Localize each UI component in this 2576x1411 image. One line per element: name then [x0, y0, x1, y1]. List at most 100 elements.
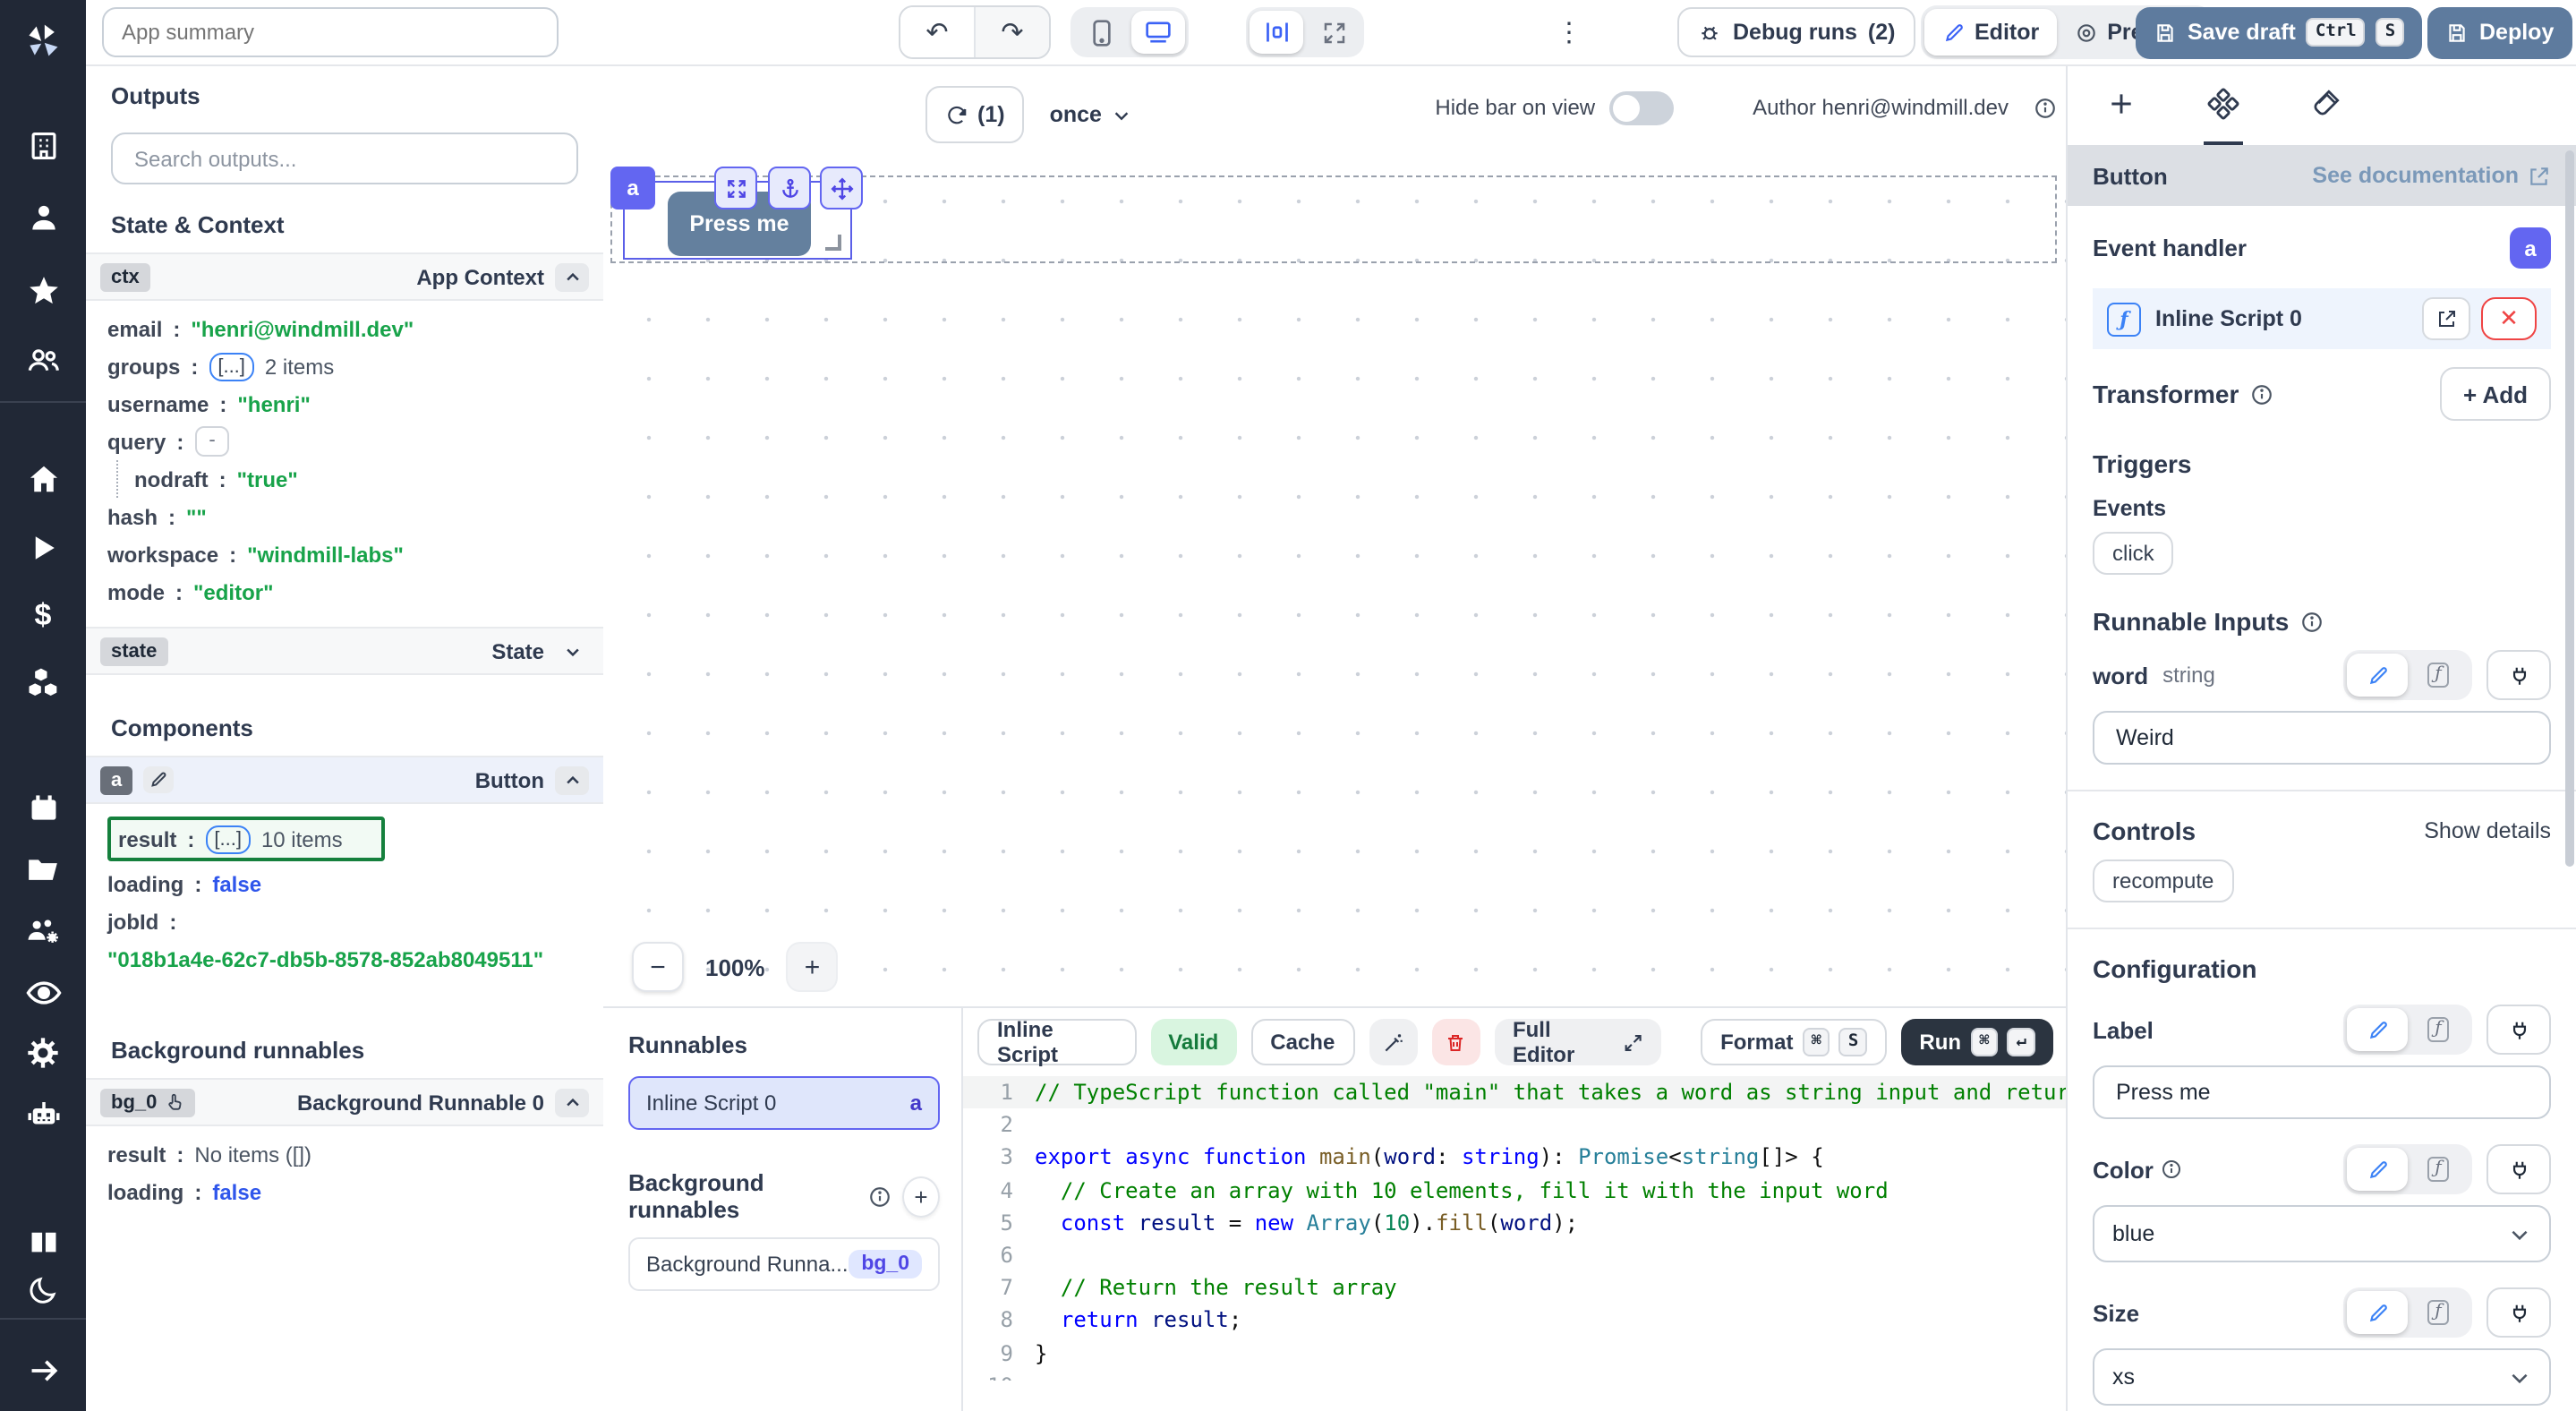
- bg0-section-header[interactable]: bg_0 Background Runnable 0: [86, 1078, 603, 1126]
- dollar-icon[interactable]: $: [0, 589, 86, 643]
- click-event-pill[interactable]: click: [2093, 532, 2174, 575]
- workspace-icon[interactable]: [0, 118, 86, 172]
- inline-script-row[interactable]: ƒ Inline Script 0 ✕: [2093, 288, 2551, 349]
- color-select[interactable]: blue: [2093, 1205, 2551, 1262]
- folder-icon[interactable]: [0, 843, 86, 897]
- connect-icon[interactable]: [2486, 1005, 2551, 1055]
- add-bg-runnable-button[interactable]: +: [902, 1176, 940, 1217]
- static-mode-pencil-icon[interactable]: [2347, 1148, 2408, 1191]
- magic-wand-button[interactable]: [1369, 1019, 1417, 1065]
- code-line: 3export async function main(word: string…: [963, 1142, 2068, 1174]
- desktop-view-button[interactable]: [1131, 11, 1185, 54]
- output-value[interactable]: [...]: [205, 825, 251, 853]
- edit-id-icon[interactable]: [143, 766, 174, 793]
- expand-handle-icon[interactable]: [714, 167, 757, 210]
- static-mode-pencil-icon[interactable]: [2347, 1291, 2408, 1334]
- moon-icon[interactable]: [0, 1264, 86, 1318]
- cubes-icon[interactable]: [0, 655, 86, 709]
- users-gear-icon[interactable]: [0, 904, 86, 958]
- label-input[interactable]: [2112, 1078, 2531, 1107]
- insert-component-tab[interactable]: [2103, 64, 2139, 145]
- code-editor-content[interactable]: 1// TypeScript function called "main" th…: [963, 1076, 2068, 1381]
- debug-runs-button[interactable]: Debug runs (2): [1677, 7, 1915, 57]
- arrow-right-icon[interactable]: [0, 1343, 86, 1397]
- add-transformer-button[interactable]: + Add: [2440, 367, 2551, 421]
- scrollbar-thumb[interactable]: [2565, 150, 2574, 867]
- chevron-up-icon[interactable]: [555, 1088, 589, 1116]
- state-section-header[interactable]: state State: [86, 627, 603, 675]
- runnable-item-selected[interactable]: Inline Script 0 a: [628, 1076, 940, 1130]
- open-script-button[interactable]: [2422, 297, 2470, 340]
- static-mode-pencil-icon[interactable]: [2347, 1008, 2408, 1051]
- users-icon[interactable]: [0, 333, 86, 387]
- show-details-link[interactable]: Show details: [2424, 818, 2551, 843]
- runnable-item-label: Inline Script 0: [646, 1090, 776, 1116]
- info-icon[interactable]: [2299, 610, 2323, 633]
- full-editor-button[interactable]: Full Editor: [1495, 1019, 1661, 1065]
- zoom-in-button[interactable]: +: [787, 942, 839, 992]
- editor-tab[interactable]: Editor: [1924, 9, 2057, 56]
- app-summary-input[interactable]: [102, 7, 559, 57]
- run-button[interactable]: Run ⌘ ↵: [1901, 1019, 2053, 1065]
- format-button[interactable]: Format ⌘ S: [1701, 1019, 1887, 1065]
- static-mode-pencil-icon[interactable]: [2347, 654, 2408, 697]
- move-handle-icon[interactable]: [820, 167, 863, 210]
- see-documentation-link[interactable]: See documentation: [2312, 163, 2551, 188]
- more-menu-button[interactable]: ⋮: [1548, 16, 1590, 48]
- expression-mode-icon[interactable]: ƒ: [2408, 1008, 2469, 1051]
- style-tab[interactable]: [2307, 64, 2345, 145]
- recompute-pill[interactable]: recompute: [2093, 859, 2233, 902]
- eye-icon[interactable]: [0, 965, 86, 1019]
- connect-icon[interactable]: [2486, 650, 2551, 700]
- book-icon[interactable]: [0, 1214, 86, 1268]
- expand-layout-button[interactable]: [1307, 11, 1361, 54]
- button-component-header[interactable]: a Button: [86, 756, 603, 804]
- anchor-handle-icon[interactable]: [768, 167, 811, 210]
- info-icon[interactable]: [868, 1184, 891, 1208]
- info-icon[interactable]: [2249, 382, 2273, 406]
- undo-button[interactable]: ↶: [900, 7, 974, 57]
- info-icon[interactable]: [2034, 96, 2057, 119]
- mobile-view-button[interactable]: [1074, 11, 1128, 54]
- deploy-button[interactable]: Deploy: [2427, 6, 2572, 58]
- star-icon[interactable]: [0, 263, 86, 317]
- save-draft-button[interactable]: Save draft Ctrl S: [2136, 6, 2422, 58]
- ctx-section-header[interactable]: ctx App Context: [86, 252, 603, 301]
- canvas-grid[interactable]: a Press me − 100% +: [603, 150, 2068, 1006]
- chevron-down-icon[interactable]: [555, 637, 589, 665]
- gear-icon[interactable]: [0, 1026, 86, 1080]
- connect-icon[interactable]: [2486, 1144, 2551, 1194]
- search-outputs-input[interactable]: [131, 144, 559, 173]
- chevron-up-icon[interactable]: [555, 262, 589, 291]
- redo-button[interactable]: ↷: [974, 7, 1049, 57]
- expression-mode-icon[interactable]: ƒ: [2408, 1291, 2469, 1334]
- play-icon[interactable]: [0, 521, 86, 575]
- refresh-mode-select[interactable]: once: [1050, 102, 1132, 127]
- cache-button[interactable]: Cache: [1250, 1019, 1354, 1065]
- user-icon[interactable]: [0, 190, 86, 244]
- center-layout-button[interactable]: [1250, 11, 1303, 54]
- component-settings-tab[interactable]: [2204, 64, 2243, 145]
- robot-icon[interactable]: [0, 1087, 86, 1141]
- home-icon[interactable]: [0, 451, 86, 505]
- chevron-up-icon[interactable]: [555, 765, 589, 794]
- expression-mode-icon[interactable]: ƒ: [2408, 1148, 2469, 1191]
- hide-bar-toggle[interactable]: [1609, 90, 1674, 124]
- output-value[interactable]: [...]: [209, 352, 254, 381]
- windmill-logo[interactable]: [0, 14, 86, 68]
- connect-icon[interactable]: [2486, 1287, 2551, 1338]
- expression-mode-icon[interactable]: ƒ: [2408, 654, 2469, 697]
- info-icon[interactable]: [2161, 1159, 2182, 1180]
- inline-script-button[interactable]: Inline Script: [977, 1019, 1136, 1065]
- word-input[interactable]: [2112, 723, 2531, 752]
- delete-script-button[interactable]: [1432, 1019, 1480, 1065]
- component-id-tab[interactable]: a: [610, 167, 655, 210]
- calendar-icon[interactable]: [0, 781, 86, 834]
- remove-script-button[interactable]: ✕: [2481, 297, 2537, 340]
- bg-runnable-item[interactable]: Background Runna... bg_0: [628, 1237, 940, 1291]
- size-select[interactable]: xs: [2093, 1348, 2551, 1406]
- resize-handle[interactable]: [825, 235, 841, 251]
- zoom-out-button[interactable]: −: [632, 942, 684, 992]
- refresh-button[interactable]: (1): [925, 86, 1025, 143]
- component-type: Button: [2093, 162, 2168, 189]
